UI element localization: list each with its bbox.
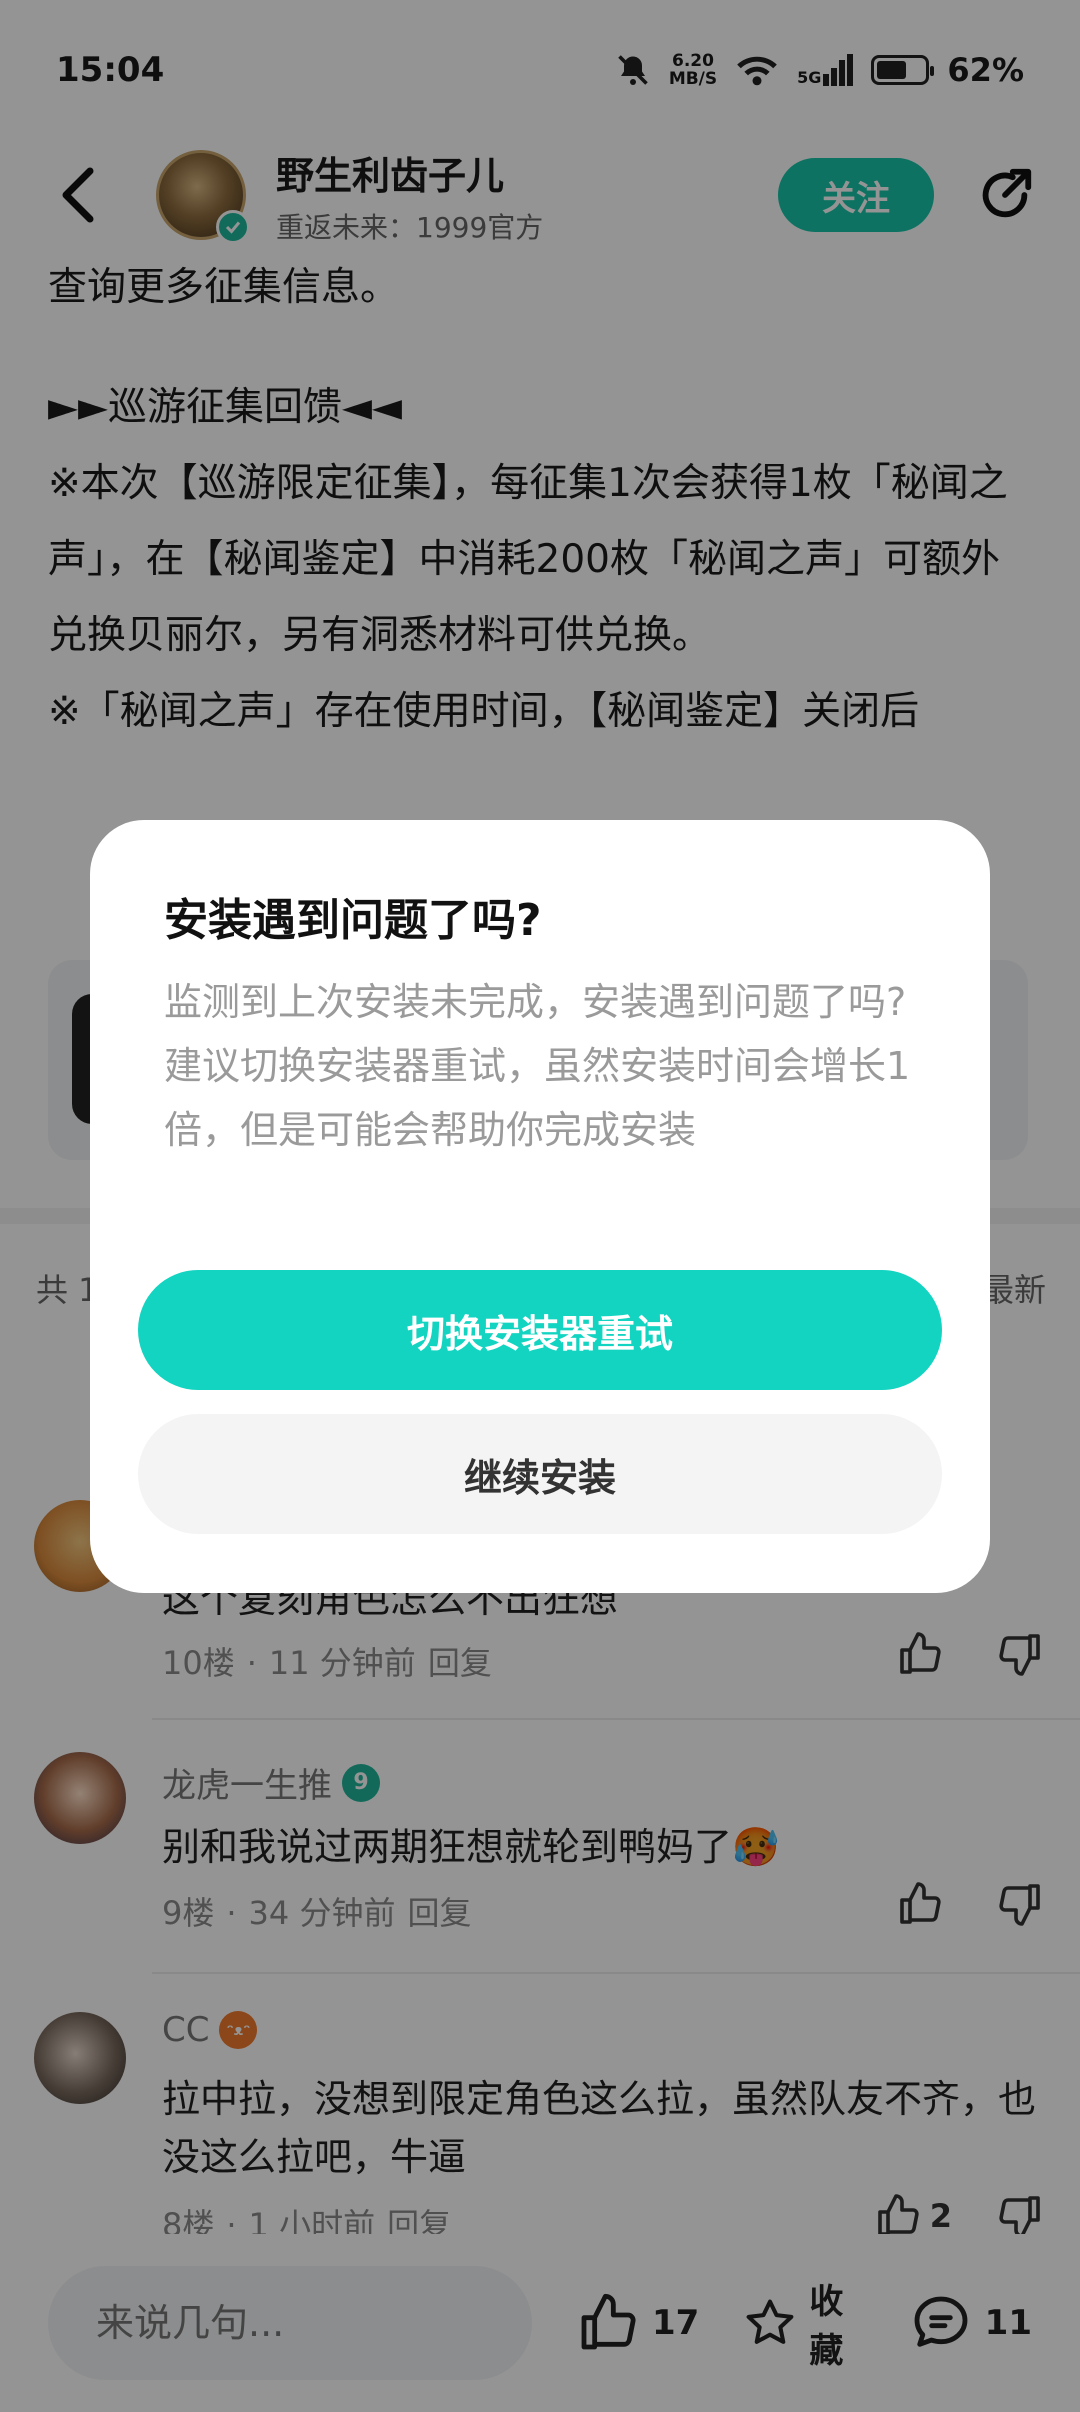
dialog-message-line: 建议切换安装器重试，虽然安装时间会增长1倍，但是可能会帮助你完成安装 — [164, 1044, 911, 1152]
dialog-message-line: 监测到上次安装未完成，安装遇到问题了吗? — [164, 980, 907, 1024]
switch-installer-retry-button[interactable]: 切换安装器重试 — [138, 1270, 942, 1390]
dialog-title: 安装遇到问题了吗? — [164, 895, 542, 946]
install-problem-dialog: 安装遇到问题了吗? 监测到上次安装未完成，安装遇到问题了吗? 建议切换安装器重试… — [90, 820, 990, 1593]
continue-install-button[interactable]: 继续安装 — [138, 1414, 942, 1534]
dialog-message: 监测到上次安装未完成，安装遇到问题了吗? 建议切换安装器重试，虽然安装时间会增长… — [164, 970, 944, 1162]
